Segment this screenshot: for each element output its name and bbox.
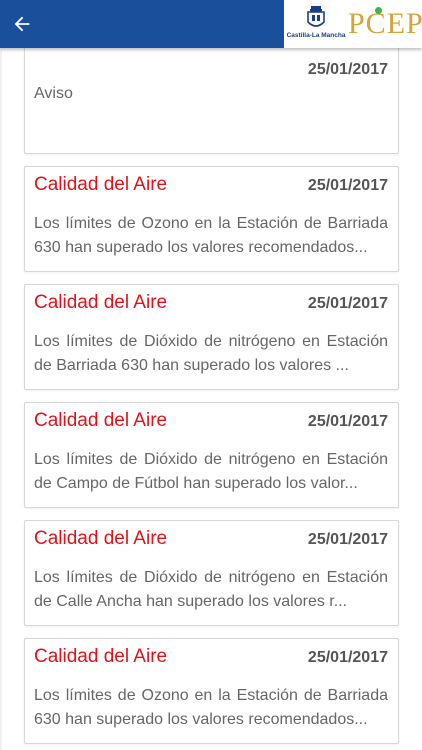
app-header: Castilla-La Mancha PCEP [0, 0, 422, 48]
notification-title: Calidad del Aire [34, 528, 168, 549]
notification-card[interactable]: Calidad del Aire 25/01/2017 Los límites … [24, 520, 399, 626]
scroll-edge [0, 48, 2, 750]
notification-body: Los límites de Dióxido de nitrógeno en E… [34, 333, 388, 374]
notification-card[interactable]: Calidad del Aire 25/01/2017 Los límites … [24, 638, 399, 744]
brand-logo-area: Castilla-La Mancha PCEP [284, 0, 422, 48]
notification-date: 25/01/2017 [307, 295, 388, 312]
notification-body: Los límites de Dióxido de nitrógeno en E… [34, 569, 388, 610]
notification-title: Calidad del Aire [34, 292, 168, 313]
notification-body: Los límites de Ozono en la Estación de B… [34, 215, 388, 256]
notification-title: Calidad del Aire [34, 174, 168, 195]
notification-body: Los límites de Ozono en la Estación de B… [34, 687, 388, 728]
notification-title: Calidad del Aire [34, 646, 168, 667]
notification-card[interactable]: Calidad del Aire 25/01/2017 Los límites … [24, 402, 399, 508]
crest-icon [307, 6, 325, 27]
notification-date: 25/01/2017 [307, 413, 388, 430]
notification-date: 25/01/2017 [307, 531, 388, 548]
pcep-logo-text: PCEP [348, 7, 422, 40]
arrow-left-icon [14, 16, 30, 32]
logo-dot [375, 7, 382, 14]
notification-body: Aviso [34, 85, 73, 102]
notification-body: Los límites de Dióxido de nitrógeno en E… [34, 451, 388, 492]
notification-card[interactable]: 25/01/2017 Aviso [24, 48, 399, 154]
castilla-la-mancha-logo: Castilla-La Mancha [287, 6, 345, 42]
back-button[interactable] [4, 6, 40, 42]
notification-list[interactable]: 25/01/2017 Aviso Calidad del Aire 25/01/… [24, 48, 399, 744]
notification-card[interactable]: Calidad del Aire 25/01/2017 Los límites … [24, 284, 399, 390]
notification-date: 25/01/2017 [307, 177, 388, 194]
notification-date: 25/01/2017 [307, 649, 388, 666]
notification-title: Calidad del Aire [34, 410, 168, 431]
notification-card[interactable]: Calidad del Aire 25/01/2017 Los límites … [24, 166, 399, 272]
notification-date: 25/01/2017 [307, 61, 388, 78]
crest-caption: Castilla-La Mancha [286, 32, 346, 39]
